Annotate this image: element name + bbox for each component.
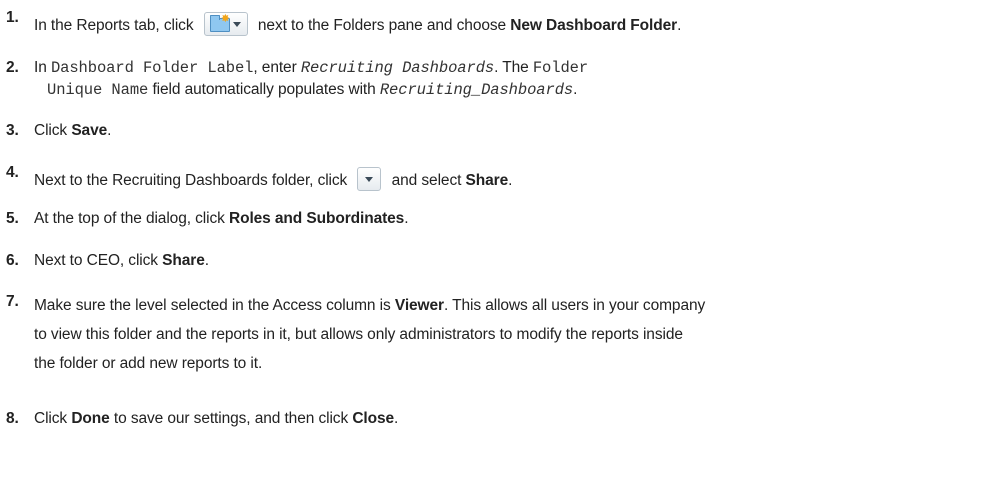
chevron-down-icon: [365, 177, 374, 182]
step-text: In the Reports tab, click ✸ next to the …: [34, 12, 682, 36]
menu-option-name: Share: [465, 172, 509, 189]
step-number: 7.: [6, 293, 19, 310]
step-number: 1.: [6, 9, 19, 26]
step-text: In Dashboard Folder Label, enter Recruit…: [34, 59, 589, 99]
step-number: 3.: [6, 122, 19, 139]
step-number: 2.: [6, 59, 19, 76]
step-number: 5.: [6, 210, 19, 227]
dropdown-arrow-icon: [357, 167, 382, 191]
step-number: 8.: [6, 410, 19, 427]
step-number: 6.: [6, 252, 19, 269]
chevron-down-icon: [232, 22, 241, 27]
step-text: Click Save.: [34, 122, 112, 139]
access-level-name: Viewer: [394, 297, 444, 314]
field-name: Unique Name: [47, 81, 149, 99]
button-name: Close: [352, 410, 395, 427]
new-folder-dropdown-icon: ✸: [203, 12, 248, 36]
button-name: Done: [71, 410, 110, 427]
step-text: Next to the Recruiting Dashboards folder…: [34, 167, 978, 192]
step-number: 4.: [6, 164, 19, 181]
button-name: Save: [71, 122, 108, 139]
step-text: Make sure the level selected in the Acce…: [34, 297, 706, 372]
field-name: Dashboard Folder Label: [50, 59, 254, 77]
star-icon: ✸: [220, 13, 230, 25]
field-value: Recruiting_Dashboards: [379, 81, 574, 99]
field-value: Recruiting Dashboards: [300, 59, 495, 77]
menu-option-name: New Dashboard Folder: [510, 17, 678, 34]
tab-name: Roles and Subordinates: [228, 210, 405, 227]
button-name: Share: [162, 252, 205, 269]
field-name: Folder: [532, 59, 589, 77]
step-text: Click Done to save our settings, and the…: [34, 410, 399, 427]
instruction-steps: 1. In the Reports tab, click ✸ next to t…: [0, 0, 986, 483]
step-text: At the top of the dialog, click Roles an…: [34, 210, 409, 227]
step-text: Next to CEO, click Share.: [34, 252, 209, 269]
